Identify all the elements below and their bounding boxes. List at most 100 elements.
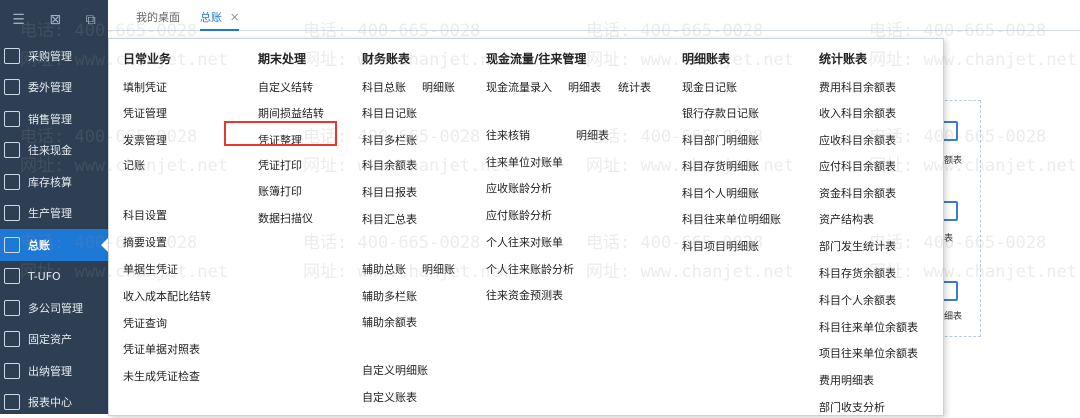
menu-item-voucher-query[interactable]: 凭证查询 <box>123 315 167 331</box>
menu-item-cashflow-stats[interactable]: 统计表 <box>618 79 651 95</box>
menu-item-reconcile[interactable]: 往来核销 <box>486 127 530 143</box>
collapse-icon[interactable]: ⊠ <box>49 12 61 28</box>
menu-item-receivable-balance[interactable]: 应收科目余额表 <box>819 132 896 148</box>
sidebar-item[interactable]: 多公司管理 <box>0 292 108 324</box>
sidebar-toolbar: ☰ ⊠ ⧉ <box>0 0 108 40</box>
menu-item-ungenerated-check[interactable]: 未生成凭证检查 <box>123 368 200 384</box>
sidebar-item[interactable]: 报表中心 <box>0 387 108 418</box>
general-ledger-menu: 日常业务 填制凭证 凭证管理 发票管理 记账 科目设置 摘要设置 单据生凭证 收… <box>108 38 944 416</box>
menu-item-expense-balance[interactable]: 费用科目余额表 <box>819 79 896 95</box>
menu-item-account-balance[interactable]: 科目余额表 <box>362 157 417 173</box>
menu-item-income-balance[interactable]: 收入科目余额表 <box>819 105 896 121</box>
menu-item-cashflow-entry[interactable]: 现金流量录入 <box>486 79 552 95</box>
menu-item-fund-balance[interactable]: 资金科目余额表 <box>819 185 896 201</box>
menu-item-expense-detail[interactable]: 费用明细表 <box>819 372 874 388</box>
menu-item-bank-journal[interactable]: 银行存款日记账 <box>682 105 759 121</box>
menu-item-account-setup[interactable]: 科目设置 <box>123 207 167 223</box>
sidebar-item[interactable]: 往来现金 <box>0 135 108 167</box>
column-title: 财务账表 <box>362 50 410 67</box>
sidebar-item[interactable]: 出纳管理 <box>0 355 108 387</box>
sales-icon <box>4 111 20 127</box>
menu-item-summary-setup[interactable]: 摘要设置 <box>123 234 167 250</box>
menu-icon[interactable]: ☰ <box>12 12 25 28</box>
menu-item-data-scanner[interactable]: 数据扫描仪 <box>258 210 313 226</box>
menu-item-inventory-detail[interactable]: 科目存货明细账 <box>682 158 759 174</box>
report-icon[interactable] <box>942 281 958 301</box>
report-icon[interactable] <box>942 201 958 221</box>
menu-item-custom-detail[interactable]: 自定义明细账 <box>362 362 428 378</box>
column-title: 期末处理 <box>258 50 306 67</box>
menu-item-unit-statement[interactable]: 往来单位对账单 <box>486 154 563 170</box>
menu-item-account-daily[interactable]: 科目日报表 <box>362 184 417 200</box>
menu-item-personal-statement[interactable]: 个人往来对账单 <box>486 234 563 250</box>
sidebar-item-label: 固定资产 <box>28 331 72 347</box>
menu-item-post[interactable]: 记账 <box>123 157 145 173</box>
menu-item-fill-voucher[interactable]: 填制凭证 <box>123 79 167 95</box>
menu-item-cash-journal[interactable]: 现金日记账 <box>682 79 737 95</box>
background-label: 表 <box>944 231 953 244</box>
menu-item-dept-detail[interactable]: 科目部门明细账 <box>682 132 759 148</box>
menu-item-ap-aging[interactable]: 应付账龄分析 <box>486 207 552 223</box>
sidebar-item[interactable]: 委外管理 <box>0 72 108 104</box>
tab-my-desktop[interactable]: 我的桌面 <box>136 9 180 25</box>
menu-item-pnl-transfer[interactable]: 期间损益结转 <box>258 105 324 121</box>
menu-item-personal-balance[interactable]: 科目个人余额表 <box>819 292 896 308</box>
outsourcing-icon <box>4 79 20 95</box>
menu-item-project-unit-balance[interactable]: 项目往来单位余额表 <box>819 345 918 361</box>
sidebar-item-label: 出纳管理 <box>28 363 72 379</box>
menu-item-custom-books[interactable]: 自定义账表 <box>362 389 417 405</box>
menu-item-reconcile-detail[interactable]: 明细表 <box>576 127 609 143</box>
sidebar-item[interactable]: 库存核算 <box>0 166 108 198</box>
sidebar-item[interactable]: 采购管理 <box>0 40 108 72</box>
menu-item-invoice-manage[interactable]: 发票管理 <box>123 132 167 148</box>
menu-item-income-cost-match[interactable]: 收入成本配比结转 <box>123 288 211 304</box>
menu-item-asset-structure[interactable]: 资产结构表 <box>819 211 874 227</box>
menu-item-ar-aging[interactable]: 应收账龄分析 <box>486 180 552 196</box>
menu-item-account-summary[interactable]: 科目汇总表 <box>362 211 417 227</box>
menu-item-dept-stats[interactable]: 部门发生统计表 <box>819 238 896 254</box>
menu-item-personal-aging[interactable]: 个人往来账龄分析 <box>486 261 574 277</box>
menu-item-doc-to-voucher[interactable]: 单据生凭证 <box>123 261 178 277</box>
menu-item-custom-transfer[interactable]: 自定义结转 <box>258 79 313 95</box>
menu-item-multi-column[interactable]: 科目多栏账 <box>362 132 417 148</box>
menu-item-cashflow-detail[interactable]: 明细表 <box>568 79 601 95</box>
menu-item-unit-detail[interactable]: 科目往来单位明细账 <box>682 211 781 227</box>
sidebar-item-label: T-UFO <box>28 270 61 283</box>
menu-item-personal-detail[interactable]: 科目个人明细账 <box>682 185 759 201</box>
sidebar-item[interactable]: 生产管理 <box>0 198 108 230</box>
menu-item-inventory-balance[interactable]: 科目存货余额表 <box>819 265 896 281</box>
report-icon[interactable] <box>942 121 958 141</box>
multi-company-icon <box>4 300 20 316</box>
menu-item-aux-detail[interactable]: 明细账 <box>422 261 455 277</box>
menu-item-payable-balance[interactable]: 应付科目余额表 <box>819 158 896 174</box>
sidebar-item-label: 库存核算 <box>28 174 72 190</box>
sidebar-item[interactable]: 总账 <box>0 229 108 261</box>
close-icon[interactable]: ✕ <box>230 11 239 24</box>
menu-item-aux-balance[interactable]: 辅助余额表 <box>362 314 417 330</box>
tab-bar: 我的桌面 总账✕ <box>108 0 1080 31</box>
sidebar-item[interactable]: T-UFO <box>0 261 108 293</box>
column-title: 统计账表 <box>819 50 867 67</box>
menu-item-detail-ledger[interactable]: 明细账 <box>422 79 455 95</box>
menu-item-voucher-manage[interactable]: 凭证管理 <box>123 105 167 121</box>
menu-item-account-ledger[interactable]: 科目总账 <box>362 79 406 95</box>
tab-general-ledger[interactable]: 总账✕ <box>200 9 239 31</box>
menu-item-unit-balance[interactable]: 科目往来单位余额表 <box>819 319 918 335</box>
menu-item-dept-income-analysis[interactable]: 部门收支分析 <box>819 399 885 415</box>
sidebar-item[interactable]: 销售管理 <box>0 103 108 135</box>
menu-item-voucher-doc-compare[interactable]: 凭证单据对照表 <box>123 341 200 357</box>
menu-item-account-journal[interactable]: 科目日记账 <box>362 105 417 121</box>
menu-item-aux-multi-column[interactable]: 辅助多栏账 <box>362 288 417 304</box>
inventory-icon <box>4 174 20 190</box>
sidebar-item-label: 采购管理 <box>28 48 72 64</box>
cash-icon <box>4 142 20 158</box>
menu-item-voucher-print[interactable]: 凭证打印 <box>258 157 302 173</box>
menu-item-book-print[interactable]: 账簿打印 <box>258 183 302 199</box>
background-label: 细表 <box>944 309 962 322</box>
refresh-icon[interactable]: ⧉ <box>86 12 96 28</box>
menu-item-project-detail[interactable]: 科目项目明细账 <box>682 238 759 254</box>
menu-item-fund-forecast[interactable]: 往来资金预测表 <box>486 287 563 303</box>
menu-item-aux-ledger[interactable]: 辅助总账 <box>362 261 406 277</box>
sidebar-item[interactable]: 固定资产 <box>0 324 108 356</box>
ledger-icon <box>4 237 20 253</box>
